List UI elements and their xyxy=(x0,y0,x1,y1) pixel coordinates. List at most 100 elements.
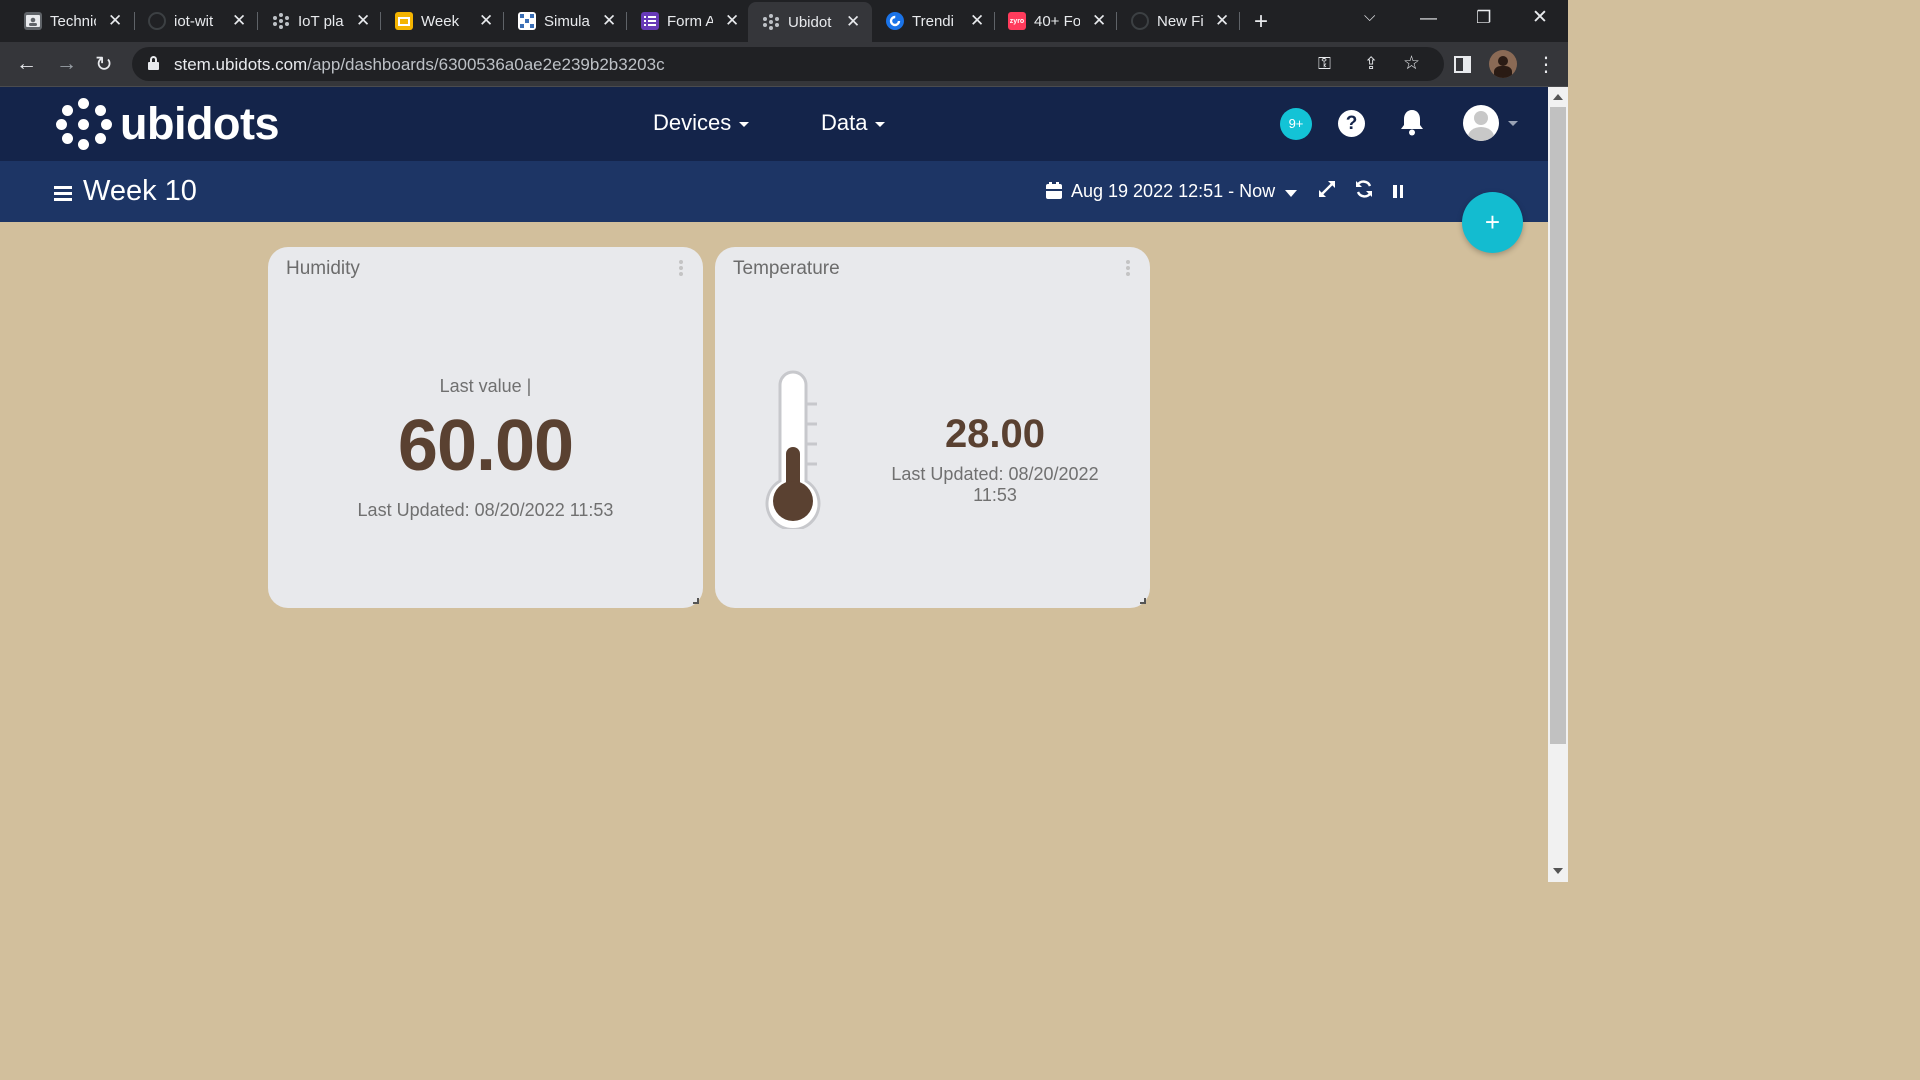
browser-tab-title: Simula xyxy=(544,12,590,30)
scroll-down-icon[interactable] xyxy=(1553,868,1563,874)
tab-divider xyxy=(257,12,258,30)
close-tab-icon[interactable]: ✕ xyxy=(356,11,370,31)
add-widget-button[interactable]: + xyxy=(1462,192,1523,253)
github-icon xyxy=(148,12,166,30)
tab-divider xyxy=(994,12,995,30)
tab-search-chevron-icon[interactable]: ⌵ xyxy=(1364,8,1375,25)
reload-icon[interactable]: ↻ xyxy=(95,52,113,77)
browser-tab[interactable]: Technic ✕ xyxy=(24,6,122,36)
browser-tab-title: Trendi xyxy=(912,12,954,30)
lock-icon[interactable] xyxy=(148,56,159,70)
chevron-down-icon[interactable] xyxy=(1508,121,1518,126)
tab-divider xyxy=(626,12,627,30)
close-tab-icon[interactable]: ✕ xyxy=(1215,11,1229,31)
date-range-label: Aug 19 2022 12:51 - Now xyxy=(1071,181,1276,201)
temperature-widget: Temperature 28.00 Last Updated: 08/20/20… xyxy=(715,247,1150,608)
browser-tab[interactable]: Form A ✕ xyxy=(641,6,739,36)
browser-tab[interactable]: New Fi ✕ xyxy=(1131,6,1229,36)
browser-tab-strip: Technic ✕ iot-wit ✕ IoT pla ✕ Week ✕ Sim… xyxy=(0,0,1568,42)
restore-window-icon[interactable]: ❐ xyxy=(1476,8,1491,28)
refresh-icon[interactable] xyxy=(1354,179,1374,204)
browser-tab-title: Ubidot xyxy=(788,13,832,31)
resize-handle-icon[interactable] xyxy=(1140,598,1146,604)
last-updated-text: Last Updated: 08/20/2022 11:53 xyxy=(357,500,614,520)
browser-tab-title: Form A xyxy=(667,12,713,30)
date-range-picker[interactable]: Aug 19 2022 12:51 - Now xyxy=(1071,181,1298,202)
browser-tab[interactable]: Trendi ✕ xyxy=(886,6,984,36)
devices-menu[interactable]: Devices xyxy=(653,110,750,136)
notification-count-badge[interactable]: 9+ xyxy=(1280,108,1312,140)
ubidots-logo-icon xyxy=(56,97,112,151)
devices-menu-label: Devices xyxy=(653,110,732,135)
c-icon xyxy=(886,12,904,30)
tab-divider xyxy=(380,12,381,30)
chevron-down-icon xyxy=(739,122,750,127)
data-menu[interactable]: Data xyxy=(821,110,886,136)
browser-tab[interactable]: IoT pla ✕ xyxy=(272,6,370,36)
minimize-window-icon[interactable]: — xyxy=(1420,8,1437,28)
close-tab-icon[interactable]: ✕ xyxy=(602,11,616,31)
fullscreen-expand-icon[interactable] xyxy=(1317,179,1337,204)
new-tab-button[interactable]: + xyxy=(1254,8,1268,36)
close-tab-icon[interactable]: ✕ xyxy=(1092,11,1106,31)
dashboard-title[interactable]: Week 10 xyxy=(83,175,197,208)
zyro-icon: zyro xyxy=(1008,12,1026,30)
forms-icon xyxy=(641,12,659,30)
close-tab-icon[interactable]: ✕ xyxy=(970,11,984,31)
chevron-down-icon xyxy=(875,122,886,127)
widget-title: Humidity xyxy=(286,258,360,279)
address-bar[interactable]: stem.ubidots.com/app/dashboards/6300536a… xyxy=(132,47,1444,81)
tab-divider xyxy=(503,12,504,30)
calendar-icon[interactable] xyxy=(1046,182,1062,199)
browser-tab-title: Technic xyxy=(50,12,96,30)
browser-tab[interactable]: Simula ✕ xyxy=(518,6,616,36)
bookmark-star-icon[interactable]: ☆ xyxy=(1403,52,1420,75)
browser-tab[interactable]: iot-wit ✕ xyxy=(148,6,246,36)
chevron-down-icon xyxy=(1285,189,1298,197)
browser-tab-title: New Fi xyxy=(1157,12,1203,30)
forward-icon[interactable]: → xyxy=(56,52,77,76)
browser-tab-title: 40+ Fo xyxy=(1034,12,1080,30)
ubidots-icon xyxy=(272,12,290,30)
hamburger-menu-icon[interactable] xyxy=(54,186,72,201)
back-icon[interactable]: ← xyxy=(16,52,37,76)
close-tab-icon[interactable]: ✕ xyxy=(846,12,860,32)
pause-icon[interactable] xyxy=(1393,185,1403,198)
share-icon[interactable]: ⇪ xyxy=(1364,54,1378,74)
ubidots-logo[interactable]: ubidots xyxy=(56,97,279,151)
widget-options-icon[interactable] xyxy=(1126,260,1130,276)
url-text[interactable]: stem.ubidots.com/app/dashboards/6300536a… xyxy=(174,55,665,75)
grid-icon xyxy=(518,12,536,30)
humidity-widget: Humidity Last value | 60.00 Last Updated… xyxy=(268,247,703,608)
key-icon[interactable]: ⚿ xyxy=(1318,54,1331,74)
scroll-up-icon[interactable] xyxy=(1553,94,1563,100)
browser-tab[interactable]: zyro 40+ Fo ✕ xyxy=(1008,6,1106,36)
close-tab-icon[interactable]: ✕ xyxy=(108,11,122,31)
widget-options-icon[interactable] xyxy=(679,260,683,276)
help-icon[interactable]: ? xyxy=(1338,110,1365,137)
tab-divider xyxy=(134,12,135,30)
scrollbar-thumb[interactable] xyxy=(1550,107,1566,744)
close-tab-icon[interactable]: ✕ xyxy=(232,11,246,31)
tab-divider xyxy=(1116,12,1117,30)
bell-icon[interactable] xyxy=(1399,108,1425,141)
browser-tab[interactable]: Week ✕ xyxy=(395,6,493,36)
side-panel-icon[interactable] xyxy=(1454,55,1471,79)
browser-tab-title: iot-wit xyxy=(174,12,214,30)
github-icon xyxy=(1131,12,1149,30)
resize-handle-icon[interactable] xyxy=(693,598,699,604)
close-tab-icon[interactable]: ✕ xyxy=(725,11,739,31)
slides-icon xyxy=(395,12,413,30)
user-avatar[interactable] xyxy=(1463,105,1499,141)
browser-menu-icon[interactable]: ⋮ xyxy=(1536,52,1556,77)
close-window-icon[interactable]: ✕ xyxy=(1532,6,1548,29)
widget-title: Temperature xyxy=(733,258,840,279)
app-header: ubidots Devices Data 9+ ? xyxy=(0,87,1548,161)
profile-avatar-icon[interactable] xyxy=(1489,50,1517,78)
browser-tab-active[interactable]: Ubidot ✕ xyxy=(748,2,872,42)
dashboard-toolbar: Week 10 Aug 19 2022 12:51 - Now xyxy=(0,161,1548,222)
close-tab-icon[interactable]: ✕ xyxy=(479,11,493,31)
last-updated-text: Last Updated: 08/20/2022 11:53 xyxy=(891,464,1099,505)
thermometer-icon xyxy=(765,369,823,534)
data-menu-label: Data xyxy=(821,110,868,135)
